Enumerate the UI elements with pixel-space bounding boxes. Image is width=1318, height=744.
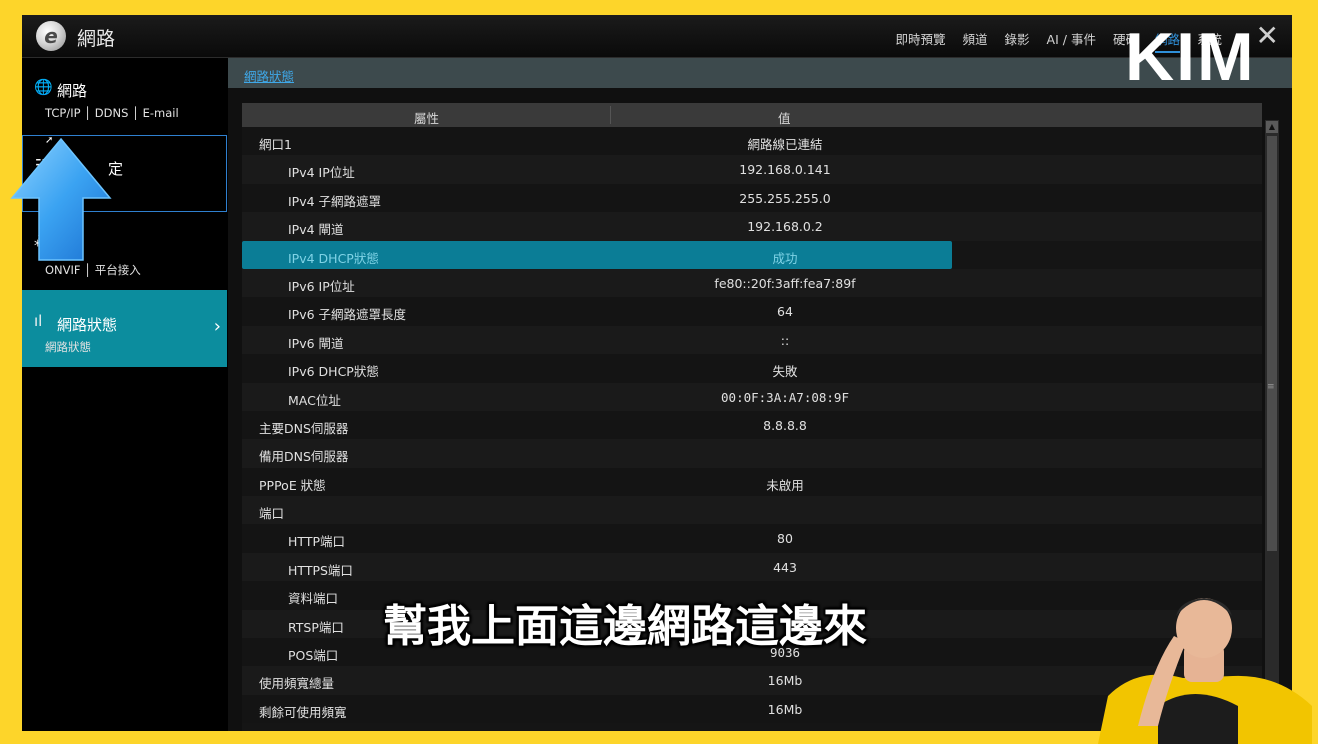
sidebar-item-network[interactable]: 🌐 網路 TCP/IP │ DDNS │ E-mail: [22, 58, 227, 135]
row-attribute: MAC位址: [288, 392, 341, 408]
sidebar-item-sub: ONVIF │ 平台接入: [45, 263, 141, 277]
nav-record[interactable]: 錄影: [1005, 29, 1030, 53]
table-row[interactable]: IPv6 子網路遮罩長度 64: [242, 297, 1262, 326]
row-attribute: IPv6 閘道: [288, 335, 344, 351]
row-attribute: 剩餘可使用頻寬: [259, 704, 347, 720]
table-row[interactable]: 備用DNS伺服器: [242, 439, 1262, 468]
row-value: 192.168.0.2: [747, 219, 823, 235]
row-attribute: RTSP端口: [288, 619, 344, 635]
row-value: fe80::20f:3aff:fea7:89f: [714, 275, 856, 291]
up-arrow-icon: [10, 137, 112, 261]
row-attribute: 資料端口: [288, 591, 339, 607]
table-row[interactable]: IPv4 IP位址 192.168.0.141: [242, 155, 1262, 184]
row-value: 64: [777, 304, 793, 320]
table-row[interactable]: HTTP端口 80: [242, 524, 1262, 553]
row-attribute: 主要DNS伺服器: [259, 420, 349, 436]
row-attribute: 使用頻寬總量: [259, 676, 335, 692]
scroll-up-icon[interactable]: ▲: [1266, 121, 1278, 133]
table-row[interactable]: IPv4 DHCP狀態 成功: [242, 240, 952, 269]
table-row[interactable]: 端口: [242, 496, 1262, 525]
sidebar-item-label: 網路狀態: [57, 316, 118, 334]
row-value: 成功: [772, 250, 798, 266]
table-row[interactable]: PPPoE 狀態 未啟用: [242, 467, 1262, 497]
row-attribute: HTTPS端口: [288, 562, 353, 578]
sidebar-item-sub: TCP/IP │ DDNS │ E-mail: [45, 106, 179, 120]
sidebar-item-label: 網路: [57, 82, 88, 100]
table-row[interactable]: IPv6 DHCP狀態 失敗: [242, 354, 1262, 383]
header-divider: [610, 106, 611, 124]
row-value: 失敗: [772, 364, 798, 380]
row-attribute: IPv6 子網路遮罩長度: [288, 307, 407, 323]
row-value: 00:0F:3A:A7:08:9F: [721, 389, 849, 405]
header-value: 值: [778, 111, 791, 126]
row-value: 80: [777, 531, 793, 547]
row-attribute: POS端口: [288, 648, 339, 664]
row-attribute: IPv4 DHCP狀態: [288, 250, 379, 266]
row-attribute: IPv4 子網路遮罩: [288, 193, 382, 209]
globe-icon: 🌐: [34, 78, 53, 96]
row-attribute: 網口1: [259, 137, 292, 152]
row-attribute: PPPoE 狀態: [259, 477, 326, 493]
nav-live-view[interactable]: 即時預覽: [896, 29, 946, 53]
app-logo-icon: e: [36, 21, 66, 51]
presenter-image: [1098, 598, 1312, 744]
nav-ai-event[interactable]: AI / 事件: [1047, 29, 1096, 53]
header-attribute: 屬性: [414, 111, 440, 126]
table-header: 屬性 值: [242, 103, 1262, 127]
scroll-thumb[interactable]: [1267, 136, 1277, 551]
scroll-grip-icon: ≡: [1267, 382, 1275, 392]
row-attribute: IPv4 IP位址: [288, 165, 355, 181]
row-value: 16Mb: [767, 673, 803, 689]
table-row[interactable]: 主要DNS伺服器 8.8.8.8: [242, 410, 1262, 440]
sidebar-item-sub: 網路狀態: [45, 340, 91, 354]
row-attribute: IPv6 DHCP狀態: [288, 364, 379, 380]
row-value: 8.8.8.8: [763, 417, 807, 433]
chevron-right-icon: ›: [213, 316, 221, 337]
sidebar-item-network-status[interactable]: ıl 網路狀態 網路狀態 ›: [22, 290, 227, 367]
breadcrumb-link[interactable]: 網路狀態: [244, 66, 294, 85]
row-value: 192.168.0.141: [739, 162, 831, 178]
row-value: 255.255.255.0: [739, 190, 831, 206]
table-row[interactable]: MAC位址 00:0F:3A:A7:08:9F: [242, 382, 1262, 411]
row-value: 16Mb: [767, 701, 803, 717]
table-row[interactable]: HTTPS端口 443: [242, 552, 1262, 582]
row-attribute: IPv4 閘道: [288, 222, 344, 238]
nav-channel[interactable]: 頻道: [963, 29, 988, 53]
app-title: 網路: [77, 28, 116, 50]
row-attribute: 端口: [259, 506, 285, 522]
table-row[interactable]: IPv6 閘道::: [242, 325, 1262, 355]
row-value: 443: [773, 559, 797, 575]
channel-logo: KIM: [1125, 19, 1256, 95]
table-row[interactable]: IPv4 子網路遮罩 255.255.255.0: [242, 183, 1262, 213]
row-attribute: 備用DNS伺服器: [259, 449, 349, 465]
video-subtitle: 幫我上面這邊網路這邊來: [383, 601, 867, 652]
row-attribute: IPv6 IP位址: [288, 278, 355, 294]
row-value: 網路線已連結: [747, 137, 823, 152]
row-value: ::: [780, 332, 790, 348]
signal-icon: ıl: [34, 312, 43, 330]
table-row[interactable]: 網口1 網路線已連結: [242, 127, 1262, 156]
table-row[interactable]: IPv6 IP位址 fe80::20f:3aff:fea7:89f: [242, 268, 1262, 298]
top-bar: e 網路 即時預覽 頻道 錄影 AI / 事件 硬碟 網路 系統 ✕: [22, 15, 1292, 58]
row-attribute: HTTP端口: [288, 534, 345, 550]
table-row[interactable]: IPv4 閘道 192.168.0.2: [242, 212, 1262, 241]
row-value: 未啟用: [766, 477, 804, 493]
